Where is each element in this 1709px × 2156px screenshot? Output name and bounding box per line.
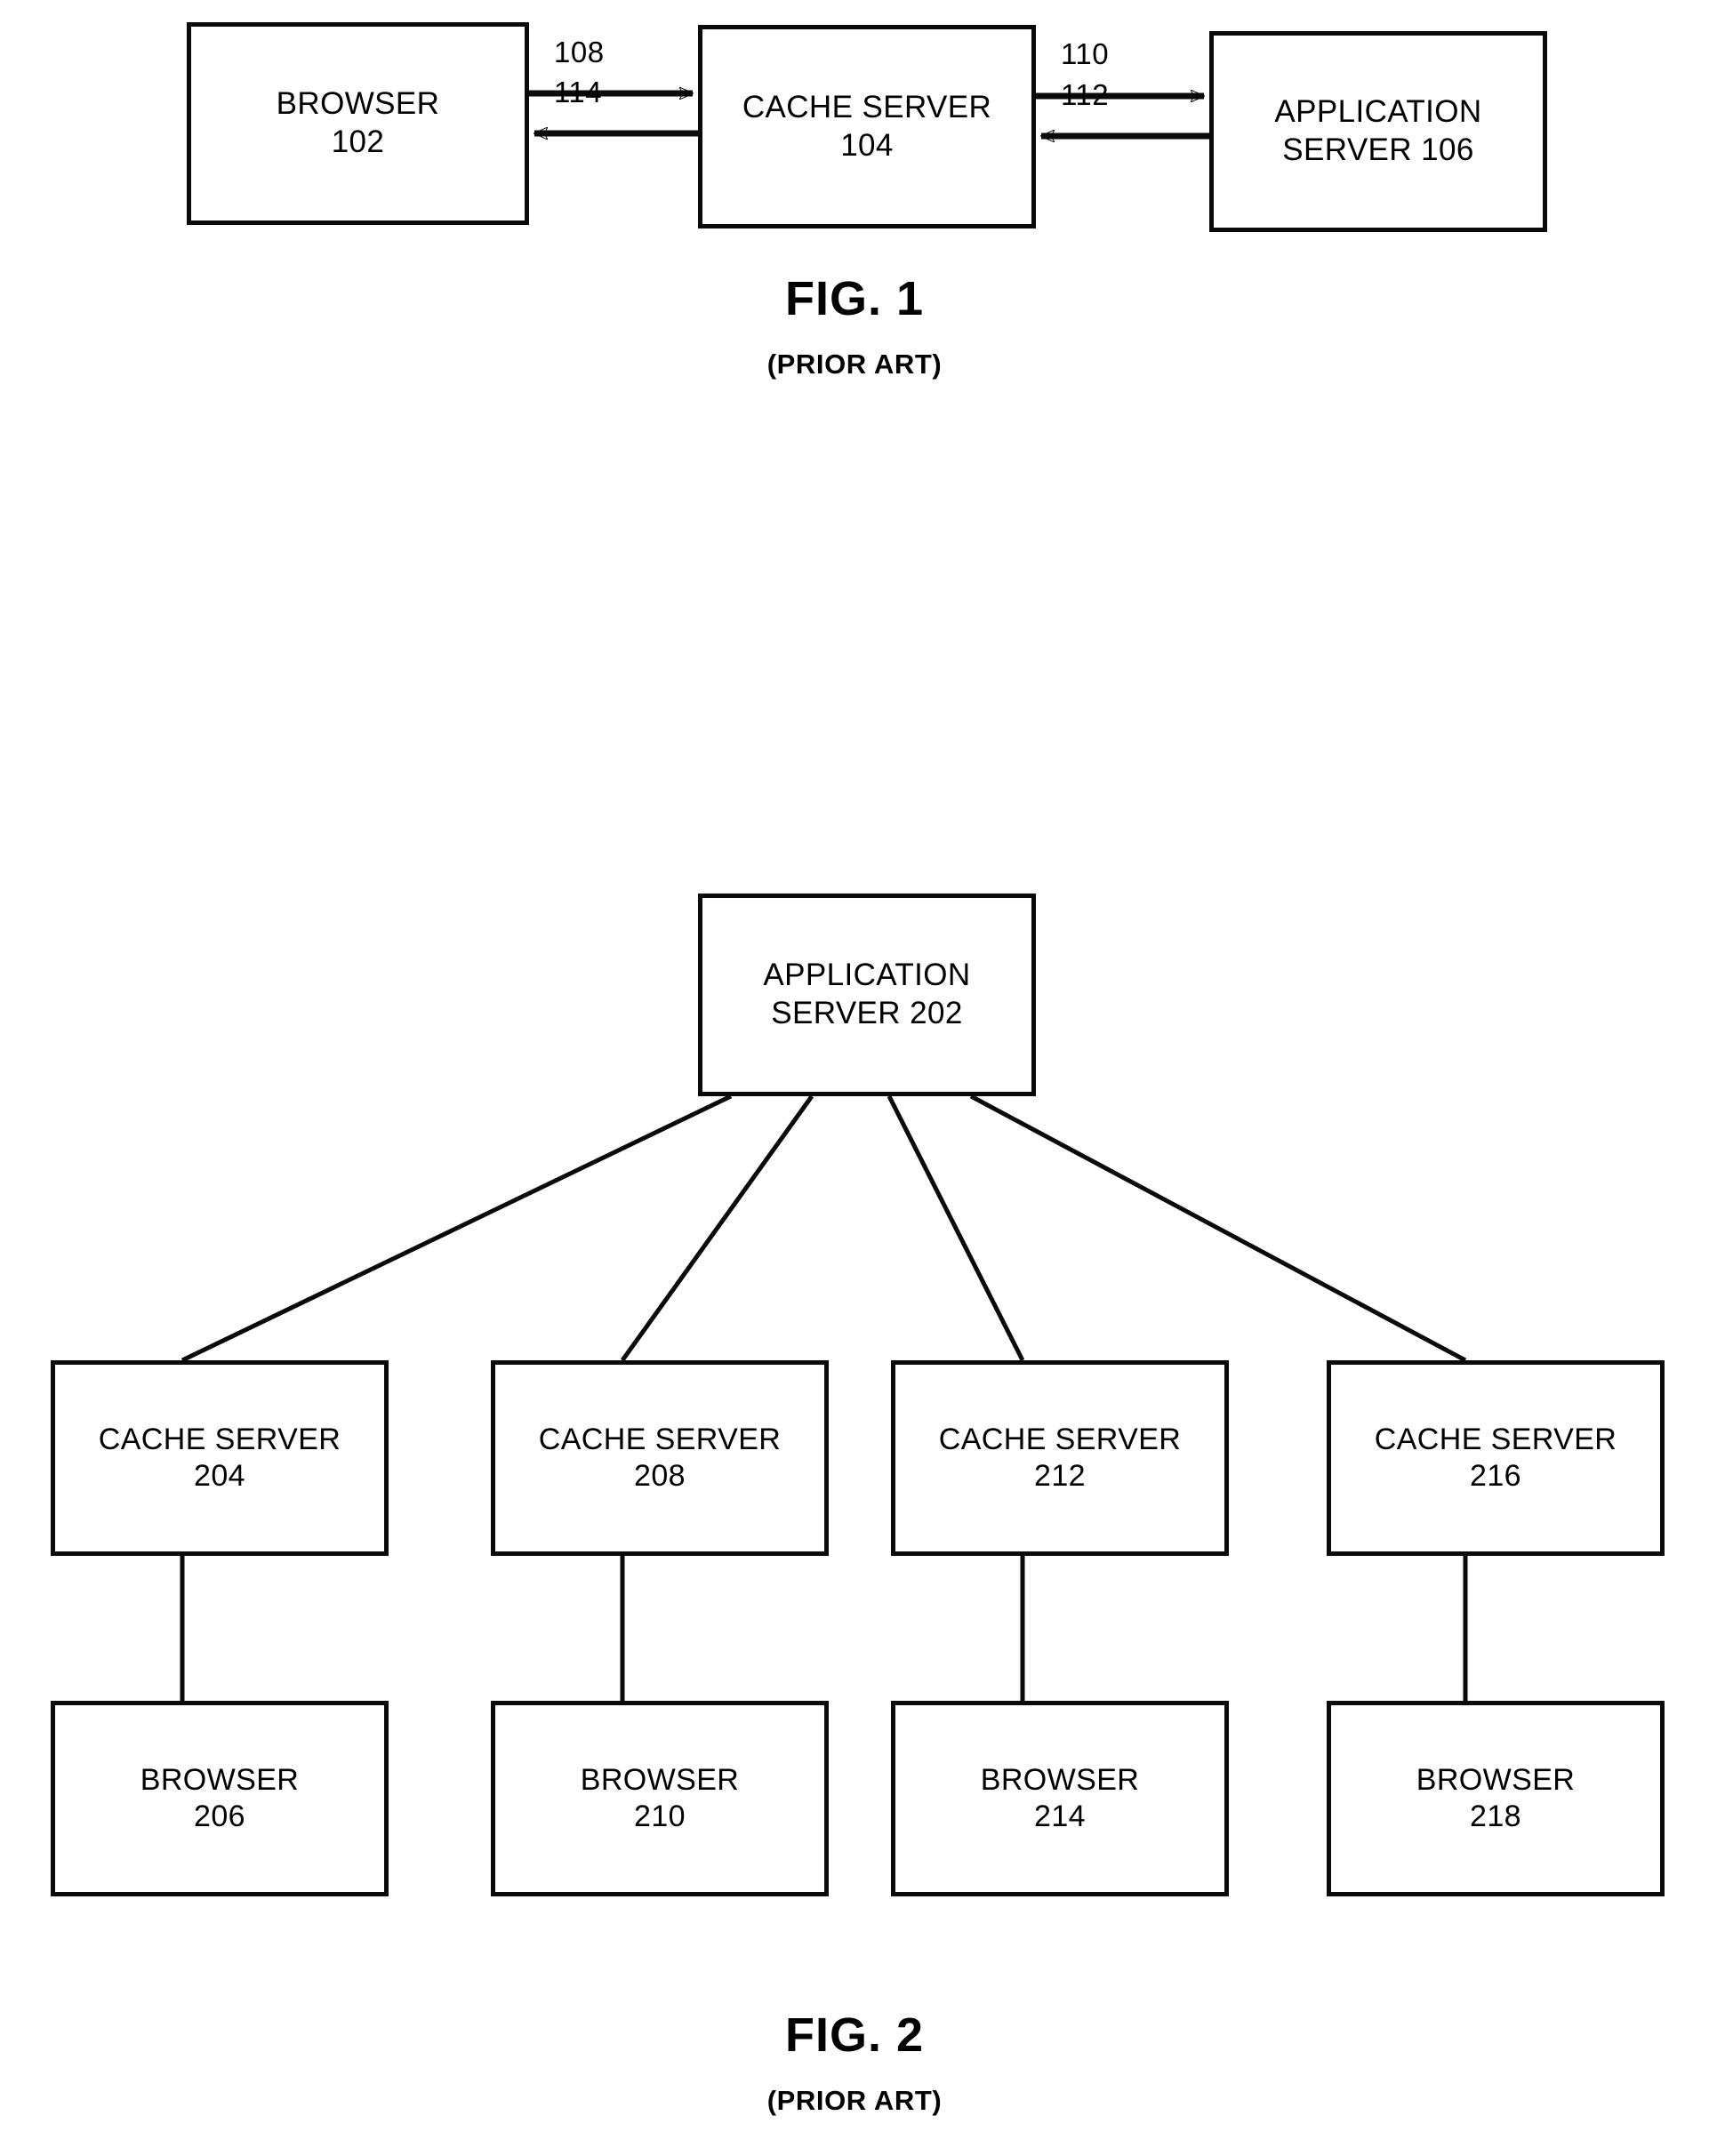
node-cache-server-216: CACHE SERVER 216 (1327, 1360, 1665, 1556)
node-label-line1: BROWSER (1416, 1762, 1576, 1797)
figure2-caption: FIG. 2 (PRIOR ART) (0, 2008, 1709, 2117)
node-cache-server-212: CACHE SERVER 212 (891, 1360, 1229, 1556)
node-label-line2: 212 (1034, 1459, 1086, 1493)
node-label-line2: 104 (840, 127, 894, 163)
node-cache-server-204: CACHE SERVER 204 (51, 1360, 389, 1556)
node-label-line2: SERVER 106 (1282, 132, 1474, 167)
arrow-ref-label-108: 108 (554, 36, 605, 68)
arrow-ref-label-114: 114 (554, 76, 603, 108)
node-application-server-106: APPLICATION SERVER 106 (1209, 31, 1547, 232)
node-label-line1: APPLICATION (763, 958, 971, 993)
patent-drawing-sheet: BROWSER 102 CACHE SERVER 104 APPLICATION… (0, 0, 1709, 2156)
node-browser-102: BROWSER 102 (187, 22, 529, 225)
node-browser-206: BROWSER 206 (51, 1701, 389, 1896)
figure2-caption-subtitle: (PRIOR ART) (766, 2085, 943, 2116)
figure2-caption-title: FIG. 2 (784, 2008, 925, 2062)
node-label-line2: 210 (634, 1799, 686, 1833)
node-cache-server-208: CACHE SERVER 208 (491, 1360, 829, 1556)
node-application-server-202: APPLICATION SERVER 202 (698, 894, 1036, 1096)
node-label-line2: 204 (194, 1459, 245, 1493)
node-label-line1: CACHE SERVER (98, 1422, 341, 1456)
link-202-212 (887, 1094, 1025, 1362)
figure1-caption-subtitle: (PRIOR ART) (766, 349, 943, 380)
node-label-line2: SERVER 202 (771, 996, 963, 1030)
node-label-line1: CACHE SERVER (938, 1422, 1182, 1456)
link-202-208 (620, 1094, 814, 1362)
node-label-line2: 218 (1470, 1799, 1521, 1833)
figure1-caption: FIG. 1 (PRIOR ART) (0, 271, 1709, 381)
node-browser-210: BROWSER 210 (491, 1701, 829, 1896)
node-label-line2: 208 (634, 1459, 686, 1493)
node-label-line2: 214 (1034, 1799, 1086, 1833)
node-label-line1: APPLICATION (1274, 94, 1482, 130)
arrow-ref-label-112: 112 (1061, 78, 1110, 111)
node-browser-214: BROWSER 214 (891, 1701, 1229, 1896)
link-202-204 (181, 1094, 733, 1363)
node-label-line1: BROWSER (140, 1762, 300, 1797)
node-label-line1: CACHE SERVER (1374, 1422, 1617, 1456)
node-label-line1: CACHE SERVER (742, 89, 992, 124)
figure1-caption-title: FIG. 1 (784, 272, 925, 325)
node-label-line1: CACHE SERVER (538, 1422, 782, 1456)
link-202-216 (969, 1094, 1467, 1363)
node-label-line1: BROWSER (276, 86, 440, 122)
node-cache-server-104: CACHE SERVER 104 (698, 25, 1036, 228)
node-label-line2: 216 (1470, 1459, 1521, 1493)
node-browser-218: BROWSER 218 (1327, 1701, 1665, 1896)
node-label-line2: 102 (331, 124, 385, 159)
node-label-line1: BROWSER (980, 1762, 1140, 1797)
node-label-line1: BROWSER (580, 1762, 740, 1797)
node-label-line2: 206 (194, 1799, 245, 1833)
arrow-ref-label-110: 110 (1061, 37, 1110, 70)
